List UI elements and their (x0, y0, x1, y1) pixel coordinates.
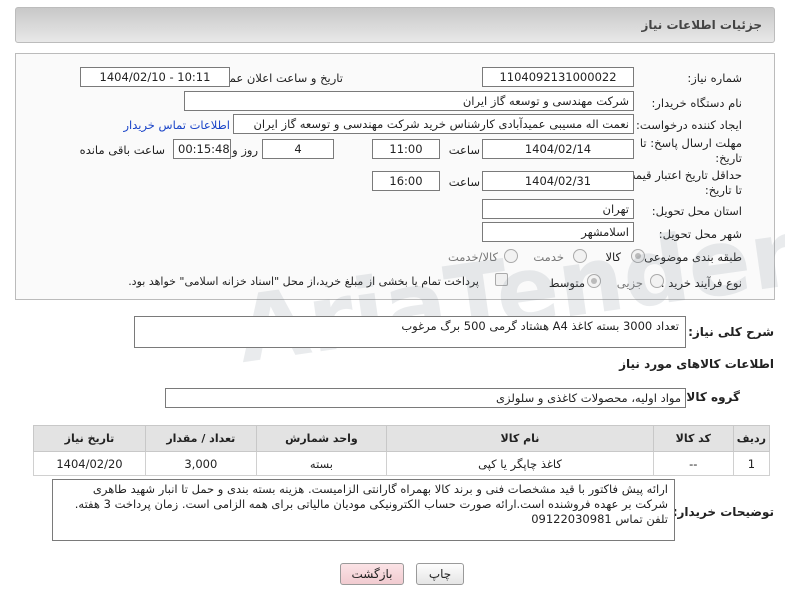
price-validity-time-field: 16:00 (372, 171, 440, 191)
table-row: 1 -- کاغذ چاپگر یا کپی بسته 3,000 1404/0… (33, 451, 771, 476)
goods-section-title: اطلاعات کالاهای مورد نیاز (619, 357, 774, 371)
reply-deadline-label: مهلت ارسال پاسخ: تا (639, 136, 742, 150)
buyer-notes-field: ارائه پیش فاکتور با قید مشخصات فنی و برن… (52, 479, 675, 541)
price-validity-label: حداقل تاریخ اعتبار قیمت: (620, 168, 742, 182)
category-radio-service[interactable] (573, 249, 587, 263)
process-option-medium: متوسط (548, 276, 585, 290)
reply-time-label: ساعت (448, 143, 480, 157)
category-radio-goods[interactable] (631, 249, 645, 263)
col-need-date: تاریخ نیاز (33, 425, 146, 452)
request-creator-field: نعمت اله مسیبی عمیدآبادی کارشناس خرید شر… (233, 114, 634, 134)
process-radio-minor[interactable] (650, 274, 664, 288)
page-header: جزئیات اطلاعات نیاز (15, 7, 775, 43)
price-validity-label-2: تا تاریخ: (704, 183, 742, 197)
goods-table: ردیف کد کالا نام کالا واحد شمارش تعداد /… (33, 425, 771, 476)
goods-group-field: مواد اولیه، محصولات کاغذی و سلولزی (165, 388, 686, 408)
goods-table-header: ردیف کد کالا نام کالا واحد شمارش تعداد /… (33, 425, 771, 452)
cell-name: کاغذ چاپگر یا کپی (386, 451, 654, 476)
need-description-label: شرح کلی نیاز: (688, 325, 774, 339)
col-code: کد کالا (652, 425, 734, 452)
need-number-label: شماره نیاز: (687, 71, 742, 85)
need-description-field: تعداد 3000 بسته کاغذ A4 هشتاد گرمی 500 ب… (134, 316, 686, 348)
province-field: تهران (482, 199, 634, 219)
category-radio-goods-service[interactable] (504, 249, 518, 263)
back-button[interactable]: بازگشت (340, 563, 404, 585)
col-row: ردیف (732, 425, 771, 452)
buyer-contact-link[interactable]: اطلاعات تماس خریدار (123, 118, 230, 132)
reply-time-field: 11:00 (372, 139, 440, 159)
days-label: روز و (232, 143, 258, 157)
buyer-org-field: شرکت مهندسی و توسعه گاز ایران (184, 91, 634, 111)
category-option-goods-service: کالا/خدمت (447, 250, 498, 264)
need-number-field: 1104092131000022 (482, 67, 634, 87)
process-radio-medium[interactable] (587, 274, 601, 288)
cell-need-date: 1404/02/20 (33, 451, 146, 476)
province-label: استان محل تحویل: (651, 204, 742, 218)
process-type-label: نوع فرآیند خرید : (660, 276, 742, 290)
goods-group-label: گروه کالا: (681, 390, 740, 404)
cell-row: 1 (732, 451, 771, 476)
category-option-service: خدمت (533, 250, 564, 264)
process-option-minor: جزیی (616, 276, 643, 290)
remaining-time-field: 00:15:48 (173, 139, 231, 159)
category-option-goods: کالا (605, 250, 621, 264)
cell-code: -- (652, 451, 734, 476)
remaining-days-field: 4 (262, 139, 334, 159)
buyer-org-label: نام دستگاه خریدار: (651, 96, 742, 110)
cell-quantity: 3,000 (144, 451, 257, 476)
treasury-payment-checkbox[interactable] (495, 273, 508, 286)
print-button[interactable]: چاپ (416, 563, 464, 585)
treasury-payment-note: پرداخت تمام یا بخشی از مبلغ خرید،از محل … (128, 275, 479, 288)
col-name: نام کالا (386, 425, 654, 452)
page-title: جزئیات اطلاعات نیاز (641, 18, 762, 32)
buyer-notes-label: توضیحات خریدار: (672, 505, 774, 519)
col-unit: واحد شمارش (255, 425, 388, 452)
category-label: طبقه بندی موضوعی: (640, 250, 742, 264)
cell-unit: بسته (255, 451, 388, 476)
reply-date-field: 1404/02/14 (482, 139, 634, 159)
reply-deadline-label-2: تاریخ: (715, 151, 742, 165)
price-validity-time-label: ساعت (448, 175, 480, 189)
request-creator-label: ایجاد کننده درخواست: (636, 118, 742, 132)
remaining-time-label: ساعت باقی مانده (79, 143, 165, 157)
city-label: شهر محل تحویل: (658, 227, 742, 241)
announce-datetime-field: 1404/02/10 - 10:11 (80, 67, 230, 87)
city-field: اسلامشهر (482, 222, 634, 242)
price-validity-date-field: 1404/02/31 (482, 171, 634, 191)
col-quantity: تعداد / مقدار (144, 425, 257, 452)
